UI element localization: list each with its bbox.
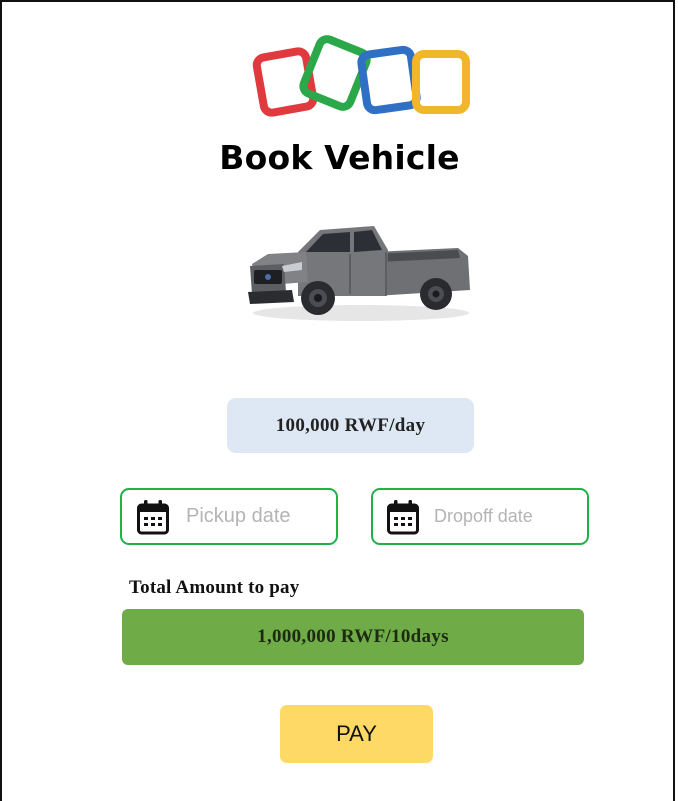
vehicle-image — [248, 226, 470, 321]
dropoff-date-field[interactable]: Dropoff date — [371, 488, 589, 545]
total-amount-value: 1,000,000 RWF/10days — [122, 609, 584, 665]
booking-page: Book Vehicle 100,000 RWF/day Pickup date… — [0, 0, 675, 801]
brand-logo-icon — [252, 35, 470, 117]
calendar-icon — [387, 499, 419, 534]
pay-button[interactable]: PAY — [280, 705, 433, 763]
price-per-day-badge: 100,000 RWF/day — [227, 398, 474, 453]
total-amount-label: Total Amount to pay — [129, 577, 300, 598]
pickup-date-field[interactable]: Pickup date — [120, 488, 338, 545]
calendar-icon — [137, 499, 169, 534]
page-title: Book Vehicle — [219, 138, 460, 177]
pickup-date-placeholder: Pickup date — [186, 505, 291, 527]
dropoff-date-placeholder: Dropoff date — [434, 506, 533, 526]
